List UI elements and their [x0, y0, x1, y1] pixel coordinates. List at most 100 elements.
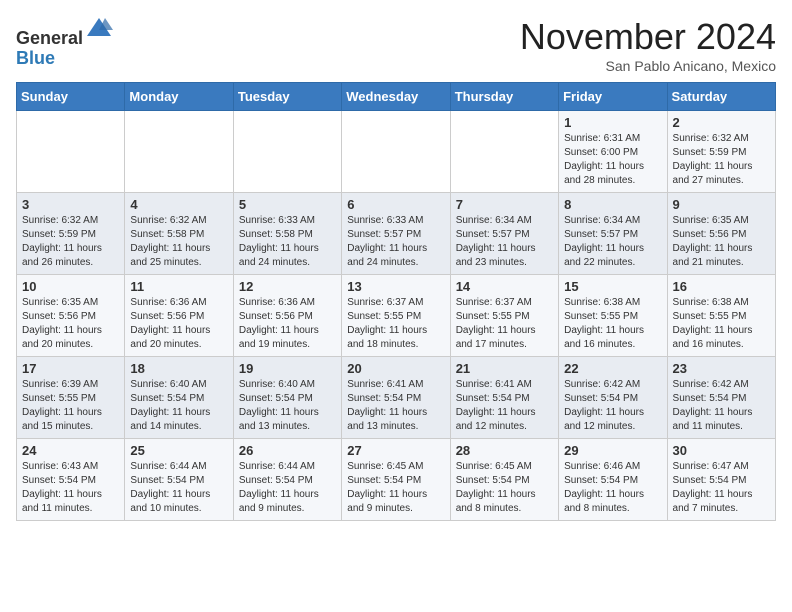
logo: General Blue	[16, 16, 113, 69]
day-info: Sunrise: 6:35 AM Sunset: 5:56 PM Dayligh…	[22, 296, 119, 352]
day-number: 2	[673, 115, 770, 130]
weekday-header: Wednesday	[342, 83, 450, 111]
calendar-table: SundayMondayTuesdayWednesdayThursdayFrid…	[16, 82, 776, 521]
calendar-cell: 7 Sunrise: 6:34 AM Sunset: 5:57 PM Daylig…	[450, 193, 558, 275]
title-block: November 2024 San Pablo Anicano, Mexico	[520, 16, 776, 74]
logo-blue: Blue	[16, 48, 55, 68]
calendar-week-row: 1 Sunrise: 6:31 AM Sunset: 6:00 PM Daylig…	[17, 111, 776, 193]
day-info: Sunrise: 6:34 AM Sunset: 5:57 PM Dayligh…	[456, 214, 553, 270]
calendar-cell: 17 Sunrise: 6:39 AM Sunset: 5:55 PM Dayli…	[17, 357, 125, 439]
calendar-cell: 19Sunrise: 6:40 AM Sunset: 5:54 PM Dayli…	[233, 357, 341, 439]
calendar-cell	[233, 111, 341, 193]
calendar-week-row: 10 Sunrise: 6:35 AM Sunset: 5:56 PM Dayli…	[17, 275, 776, 357]
day-number: 12	[239, 279, 336, 294]
day-info: Sunrise: 6:43 AM Sunset: 5:54 PM Dayligh…	[22, 460, 119, 516]
calendar-cell: 21 Sunrise: 6:41 AM Sunset: 5:54 PM Dayli…	[450, 357, 558, 439]
logo-general: General	[16, 28, 83, 48]
day-number: 1	[564, 115, 661, 130]
day-number: 7	[456, 197, 553, 212]
weekday-header: Sunday	[17, 83, 125, 111]
day-number: 19	[239, 361, 336, 376]
day-number: 13	[347, 279, 444, 294]
page-header: General Blue November 2024 San Pablo Ani…	[16, 16, 776, 74]
weekday-header: Monday	[125, 83, 233, 111]
weekday-header: Friday	[559, 83, 667, 111]
day-number: 3	[22, 197, 119, 212]
logo-icon	[85, 16, 113, 44]
day-info: Sunrise: 6:39 AM Sunset: 5:55 PM Dayligh…	[22, 378, 119, 434]
calendar-cell: 26 Sunrise: 6:44 AM Sunset: 5:54 PM Dayli…	[233, 439, 341, 521]
calendar-cell: 15 Sunrise: 6:38 AM Sunset: 5:55 PM Dayli…	[559, 275, 667, 357]
day-info: Sunrise: 6:33 AM Sunset: 5:57 PM Dayligh…	[347, 214, 444, 270]
day-info: Sunrise: 6:46 AM Sunset: 5:54 PM Dayligh…	[564, 460, 661, 516]
day-number: 24	[22, 443, 119, 458]
day-number: 9	[673, 197, 770, 212]
calendar-cell: 14 Sunrise: 6:37 AM Sunset: 5:55 PM Dayli…	[450, 275, 558, 357]
day-number: 10	[22, 279, 119, 294]
weekday-header: Tuesday	[233, 83, 341, 111]
calendar-cell: 23 Sunrise: 6:42 AM Sunset: 5:54 PM Dayli…	[667, 357, 775, 439]
day-info: Sunrise: 6:41 AM Sunset: 5:54 PM Dayligh…	[456, 378, 553, 434]
calendar-cell: 1 Sunrise: 6:31 AM Sunset: 6:00 PM Daylig…	[559, 111, 667, 193]
day-info: Sunrise: 6:37 AM Sunset: 5:55 PM Dayligh…	[347, 296, 444, 352]
day-info: Sunrise: 6:31 AM Sunset: 6:00 PM Dayligh…	[564, 132, 661, 188]
day-info: Sunrise: 6:45 AM Sunset: 5:54 PM Dayligh…	[347, 460, 444, 516]
day-number: 23	[673, 361, 770, 376]
day-number: 11	[130, 279, 227, 294]
day-number: 25	[130, 443, 227, 458]
calendar-cell: 20 Sunrise: 6:41 AM Sunset: 5:54 PM Dayli…	[342, 357, 450, 439]
day-number: 26	[239, 443, 336, 458]
day-number: 16	[673, 279, 770, 294]
calendar-week-row: 17 Sunrise: 6:39 AM Sunset: 5:55 PM Dayli…	[17, 357, 776, 439]
calendar-cell: 27 Sunrise: 6:45 AM Sunset: 5:54 PM Dayli…	[342, 439, 450, 521]
day-number: 18	[130, 361, 227, 376]
calendar-cell	[450, 111, 558, 193]
logo-text: General Blue	[16, 16, 113, 69]
location-subtitle: San Pablo Anicano, Mexico	[520, 58, 776, 74]
calendar-cell: 10 Sunrise: 6:35 AM Sunset: 5:56 PM Dayli…	[17, 275, 125, 357]
calendar-cell: 6Sunrise: 6:33 AM Sunset: 5:57 PM Daylig…	[342, 193, 450, 275]
calendar-cell: 25 Sunrise: 6:44 AM Sunset: 5:54 PM Dayli…	[125, 439, 233, 521]
day-info: Sunrise: 6:44 AM Sunset: 5:54 PM Dayligh…	[239, 460, 336, 516]
day-number: 4	[130, 197, 227, 212]
month-title: November 2024	[520, 16, 776, 58]
day-number: 27	[347, 443, 444, 458]
day-info: Sunrise: 6:32 AM Sunset: 5:59 PM Dayligh…	[673, 132, 770, 188]
day-number: 14	[456, 279, 553, 294]
day-info: Sunrise: 6:32 AM Sunset: 5:58 PM Dayligh…	[130, 214, 227, 270]
weekday-header: Saturday	[667, 83, 775, 111]
day-info: Sunrise: 6:34 AM Sunset: 5:57 PM Dayligh…	[564, 214, 661, 270]
weekday-header-row: SundayMondayTuesdayWednesdayThursdayFrid…	[17, 83, 776, 111]
calendar-cell	[342, 111, 450, 193]
day-number: 17	[22, 361, 119, 376]
calendar-cell: 8 Sunrise: 6:34 AM Sunset: 5:57 PM Daylig…	[559, 193, 667, 275]
day-number: 21	[456, 361, 553, 376]
day-number: 30	[673, 443, 770, 458]
calendar-week-row: 3 Sunrise: 6:32 AM Sunset: 5:59 PM Daylig…	[17, 193, 776, 275]
calendar-cell: 2 Sunrise: 6:32 AM Sunset: 5:59 PM Daylig…	[667, 111, 775, 193]
calendar-cell: 3 Sunrise: 6:32 AM Sunset: 5:59 PM Daylig…	[17, 193, 125, 275]
day-info: Sunrise: 6:42 AM Sunset: 5:54 PM Dayligh…	[673, 378, 770, 434]
calendar-cell: 11Sunrise: 6:36 AM Sunset: 5:56 PM Dayli…	[125, 275, 233, 357]
day-info: Sunrise: 6:44 AM Sunset: 5:54 PM Dayligh…	[130, 460, 227, 516]
calendar-cell: 4 Sunrise: 6:32 AM Sunset: 5:58 PM Daylig…	[125, 193, 233, 275]
calendar-cell: 5 Sunrise: 6:33 AM Sunset: 5:58 PM Daylig…	[233, 193, 341, 275]
day-info: Sunrise: 6:38 AM Sunset: 5:55 PM Dayligh…	[673, 296, 770, 352]
calendar-cell: 29Sunrise: 6:46 AM Sunset: 5:54 PM Dayli…	[559, 439, 667, 521]
day-info: Sunrise: 6:40 AM Sunset: 5:54 PM Dayligh…	[130, 378, 227, 434]
calendar-cell: 12Sunrise: 6:36 AM Sunset: 5:56 PM Dayli…	[233, 275, 341, 357]
day-number: 15	[564, 279, 661, 294]
calendar-cell: 18 Sunrise: 6:40 AM Sunset: 5:54 PM Dayli…	[125, 357, 233, 439]
day-number: 20	[347, 361, 444, 376]
day-info: Sunrise: 6:33 AM Sunset: 5:58 PM Dayligh…	[239, 214, 336, 270]
day-number: 5	[239, 197, 336, 212]
day-info: Sunrise: 6:41 AM Sunset: 5:54 PM Dayligh…	[347, 378, 444, 434]
day-info: Sunrise: 6:42 AM Sunset: 5:54 PM Dayligh…	[564, 378, 661, 434]
day-info: Sunrise: 6:37 AM Sunset: 5:55 PM Dayligh…	[456, 296, 553, 352]
day-number: 8	[564, 197, 661, 212]
day-info: Sunrise: 6:32 AM Sunset: 5:59 PM Dayligh…	[22, 214, 119, 270]
calendar-cell: 22Sunrise: 6:42 AM Sunset: 5:54 PM Dayli…	[559, 357, 667, 439]
day-info: Sunrise: 6:45 AM Sunset: 5:54 PM Dayligh…	[456, 460, 553, 516]
day-info: Sunrise: 6:38 AM Sunset: 5:55 PM Dayligh…	[564, 296, 661, 352]
calendar-cell	[125, 111, 233, 193]
